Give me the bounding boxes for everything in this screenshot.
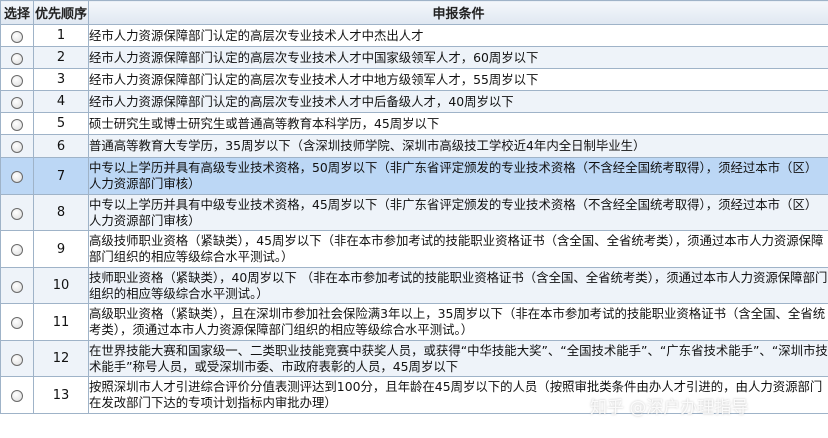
select-cell[interactable] bbox=[0, 24, 34, 47]
radio-button[interactable] bbox=[11, 171, 23, 183]
radio-button[interactable] bbox=[11, 353, 23, 366]
condition-text: 按照深圳市人才引进综合评价分值表测评达到100分，且年龄在45周岁以下的人员（按… bbox=[88, 376, 828, 414]
select-cell[interactable] bbox=[0, 68, 34, 91]
priority-order: 12 bbox=[33, 340, 89, 377]
table-row[interactable]: 6 普通高等教育大专学历，35周岁以下（含深圳技师学院、深圳市高级技工学校近4年… bbox=[0, 134, 828, 158]
condition-text: 在世界技能大赛和国家级一、二类职业技能竞赛中获奖人员，或获得“中华技能大奖”、“… bbox=[88, 340, 828, 377]
condition-text: 高级技师职业资格（紧缺类），45周岁以下（非在本市参加考试的技能职业资格证书（含… bbox=[88, 230, 828, 268]
table-row[interactable]: 8 中专以上学历并具有中级专业技术资格，45周岁以下（非广东省评定颁发的专业技术… bbox=[0, 194, 828, 231]
condition-text: 中专以上学历并具有高级专业技术资格，50周岁以下（非广东省评定颁发的专业技术资格… bbox=[88, 157, 828, 195]
table-row[interactable]: 3 经市人力资源保障部门认定的高层次专业技术人才中地方级领军人才，55周岁以下 bbox=[0, 68, 828, 91]
condition-text: 经市人力资源保障部门认定的高层次专业技术人才中地方级领军人才，55周岁以下 bbox=[88, 68, 828, 91]
select-cell[interactable] bbox=[0, 303, 34, 341]
table-row[interactable]: 10 技师职业资格（紧缺类），40周岁以下 （非在本市参加考试的技能职业资格证书… bbox=[0, 267, 828, 304]
table-row[interactable]: 11 高级职业资格（紧缺类），且在深圳市参加社会保险满3年以上，35周岁以下（非… bbox=[0, 303, 828, 341]
priority-order: 9 bbox=[33, 230, 89, 268]
priority-order: 3 bbox=[33, 68, 89, 91]
select-cell[interactable] bbox=[0, 194, 34, 231]
radio-button[interactable] bbox=[11, 280, 23, 293]
radio-button[interactable] bbox=[11, 52, 23, 65]
priority-order: 8 bbox=[33, 194, 89, 231]
radio-button[interactable] bbox=[11, 244, 23, 256]
table-row[interactable]: 12 在世界技能大赛和国家级一、二类职业技能竞赛中获奖人员，或获得“中华技能大奖… bbox=[0, 340, 828, 377]
table-header-row: 选择 优先顺序 申报条件 bbox=[0, 0, 828, 25]
condition-text: 普通高等教育大专学历，35周岁以下（含深圳技师学院、深圳市高级技工学校近4年内全… bbox=[88, 134, 828, 158]
condition-text: 经市人力资源保障部门认定的高层次专业技术人才中国家级领军人才，60周岁以下 bbox=[88, 46, 828, 69]
table-row[interactable]: 1 经市人力资源保障部门认定的高层次专业技术人才中杰出人才 bbox=[0, 24, 828, 47]
condition-text: 技师职业资格（紧缺类），40周岁以下 （非在本市参加考试的技能职业资格证书（含全… bbox=[88, 267, 828, 304]
priority-column-header: 优先顺序 bbox=[33, 0, 89, 25]
priority-order: 2 bbox=[33, 46, 89, 69]
priority-order: 7 bbox=[33, 157, 89, 195]
table-row-selected[interactable]: 7 中专以上学历并具有高级专业技术资格，50周岁以下（非广东省评定颁发的专业技术… bbox=[0, 157, 828, 195]
select-cell[interactable] bbox=[0, 376, 34, 414]
priority-order: 10 bbox=[33, 267, 89, 304]
conditions-column-header: 申报条件 bbox=[88, 0, 828, 25]
table-row[interactable]: 13 按照深圳市人才引进综合评价分值表测评达到100分，且年龄在45周岁以下的人… bbox=[0, 376, 828, 414]
radio-button[interactable] bbox=[11, 390, 23, 402]
select-cell[interactable] bbox=[0, 90, 34, 113]
radio-button[interactable] bbox=[11, 30, 23, 43]
priority-order: 1 bbox=[33, 24, 89, 47]
select-cell[interactable] bbox=[0, 112, 34, 135]
condition-text: 硕士研究生或博士研究生或普通高等教育本科学历，45周岁以下 bbox=[88, 112, 828, 135]
select-cell[interactable] bbox=[0, 46, 34, 69]
select-cell[interactable] bbox=[0, 267, 34, 304]
radio-button[interactable] bbox=[11, 317, 23, 329]
priority-order: 5 bbox=[33, 112, 89, 135]
radio-button[interactable] bbox=[11, 96, 23, 109]
radio-button[interactable] bbox=[11, 74, 23, 87]
select-cell[interactable] bbox=[0, 157, 34, 195]
radio-button[interactable] bbox=[11, 207, 23, 220]
priority-order: 6 bbox=[33, 134, 89, 158]
select-cell[interactable] bbox=[0, 134, 34, 158]
select-column-header: 选择 bbox=[0, 0, 34, 25]
priority-order: 4 bbox=[33, 90, 89, 113]
condition-text: 中专以上学历并具有中级专业技术资格，45周岁以下（非广东省评定颁发的专业技术资格… bbox=[88, 194, 828, 231]
table-row[interactable]: 5 硕士研究生或博士研究生或普通高等教育本科学历，45周岁以下 bbox=[0, 112, 828, 135]
table-row[interactable]: 9 高级技师职业资格（紧缺类），45周岁以下（非在本市参加考试的技能职业资格证书… bbox=[0, 230, 828, 268]
condition-text: 高级职业资格（紧缺类），且在深圳市参加社会保险满3年以上，35周岁以下（非在本市… bbox=[88, 303, 828, 341]
condition-text: 经市人力资源保障部门认定的高层次专业技术人才中后备级人才，40周岁以下 bbox=[88, 90, 828, 113]
settlement-conditions-table: 选择 优先顺序 申报条件 1 经市人力资源保障部门认定的高层次专业技术人才中杰出… bbox=[0, 0, 828, 414]
priority-order: 11 bbox=[33, 303, 89, 341]
table-row[interactable]: 4 经市人力资源保障部门认定的高层次专业技术人才中后备级人才，40周岁以下 bbox=[0, 90, 828, 113]
radio-button[interactable] bbox=[11, 141, 23, 153]
radio-button[interactable] bbox=[11, 118, 23, 131]
table-row[interactable]: 2 经市人力资源保障部门认定的高层次专业技术人才中国家级领军人才，60周岁以下 bbox=[0, 46, 828, 69]
priority-order: 13 bbox=[33, 376, 89, 414]
condition-text: 经市人力资源保障部门认定的高层次专业技术人才中杰出人才 bbox=[88, 24, 828, 47]
select-cell[interactable] bbox=[0, 340, 34, 377]
select-cell[interactable] bbox=[0, 230, 34, 268]
